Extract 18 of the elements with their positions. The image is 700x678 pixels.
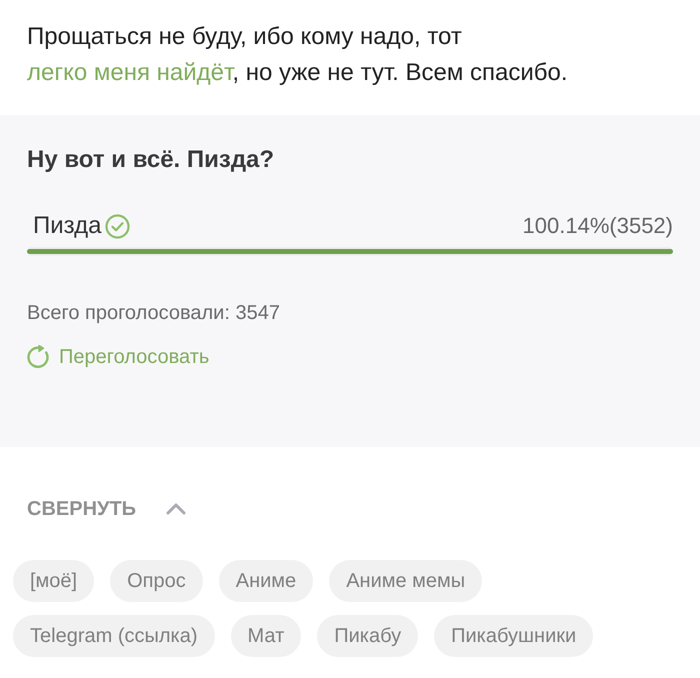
revote-button[interactable]: Переголосовать xyxy=(27,343,210,371)
tag-chip[interactable]: Пикабушники xyxy=(434,615,594,657)
poll-option-label: Пизда xyxy=(33,211,102,241)
tag-chip[interactable]: Аниме xyxy=(218,560,314,602)
tag-chip[interactable]: Пикабу xyxy=(317,615,418,657)
tag-chip[interactable]: Мат xyxy=(230,615,302,657)
poll-result: 100.14%(3552) xyxy=(522,212,673,240)
post-text: Прощаться не буду, ибо кому надо, тот легко меня найдёт, но уже не тут. Всем спасибо. xyxy=(27,22,569,88)
poll-total: Всего проголосовали: 3547 xyxy=(27,301,281,326)
tag-chip[interactable]: Telegram (ссылка) xyxy=(13,615,214,657)
tag-chip[interactable]: Опрос xyxy=(110,560,203,602)
caret-up-icon xyxy=(166,501,186,517)
tag-chip[interactable]: Аниме мемы xyxy=(329,560,482,602)
post-link[interactable]: легко меня найдёт xyxy=(27,59,232,86)
collapse-button[interactable]: СВЕРНУТЬ xyxy=(27,495,186,523)
refresh-icon xyxy=(27,345,51,369)
tag-chip[interactable]: [моё] xyxy=(13,560,94,602)
poll-title: Ну вот и всё. Пизда? xyxy=(27,145,276,175)
